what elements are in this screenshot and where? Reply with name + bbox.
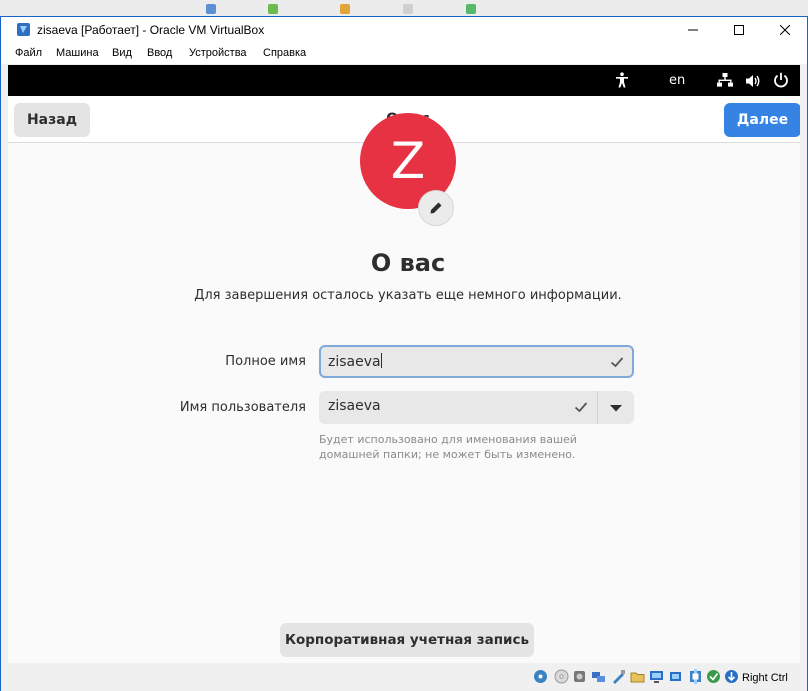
optical-drive-icon[interactable] (554, 669, 569, 684)
check-icon (573, 399, 589, 419)
avatar-initial: Z (390, 132, 426, 190)
fullname-value: zisaeva (328, 354, 381, 370)
host-key-label: Right Ctrl (742, 672, 788, 684)
username-combo[interactable]: zisaeva (319, 391, 634, 424)
accessibility-icon[interactable] (614, 72, 630, 92)
guest-screen: en Назад Далее Z О вас Для завершения ос… (8, 65, 800, 663)
desktop-icon (206, 4, 216, 14)
text-caret (380, 353, 382, 368)
usb-icon[interactable] (611, 669, 626, 684)
power-icon[interactable] (773, 72, 789, 92)
gnome-top-bar: en (8, 65, 800, 96)
virtualbox-app-icon (16, 22, 31, 37)
volume-icon[interactable] (745, 73, 761, 93)
username-value: zisaeva (328, 398, 381, 414)
page-heading: О вас (370, 249, 446, 277)
close-icon[interactable] (762, 17, 808, 43)
fullname-label: Полное имя (225, 354, 306, 369)
menu-devices[interactable]: Устройства (189, 47, 247, 59)
window-title: zisaeva [Работает] - Oracle VM VirtualBo… (37, 23, 265, 37)
guest-additions-icon[interactable] (706, 669, 721, 684)
window-titlebar[interactable]: zisaeva [Работает] - Oracle VM VirtualBo… (1, 17, 807, 43)
desktop-icon (403, 4, 413, 14)
desktop-icon (268, 4, 278, 14)
desktop-icon (340, 4, 350, 14)
network-adapter-icon[interactable] (591, 669, 606, 684)
desktop-icon (466, 4, 476, 14)
menu-help[interactable]: Справка (263, 47, 306, 59)
shared-folders-icon[interactable] (630, 669, 645, 684)
next-button[interactable]: Далее (724, 103, 800, 137)
maximize-icon[interactable] (716, 17, 762, 43)
vm-statusbar: Right Ctrl (1, 664, 807, 691)
menu-input[interactable]: Ввод (147, 47, 172, 59)
video-capture-icon[interactable] (669, 669, 684, 684)
virtualbox-window: zisaeva [Работает] - Oracle VM VirtualBo… (0, 16, 808, 691)
back-button[interactable]: Назад (14, 103, 90, 137)
fullname-input[interactable]: zisaeva (319, 345, 634, 378)
chevron-down-icon[interactable] (598, 391, 634, 424)
menu-file[interactable]: Файл (15, 47, 42, 59)
host-desktop-strip (0, 0, 808, 16)
menu-machine[interactable]: Машина (56, 47, 99, 59)
hard-disk-icon[interactable] (533, 669, 548, 684)
cpu-icon[interactable] (688, 669, 703, 684)
display-icon[interactable] (649, 669, 664, 684)
language-indicator[interactable]: en (669, 73, 685, 88)
network-icon[interactable] (717, 73, 733, 93)
username-label: Имя пользователя (179, 400, 306, 415)
username-hint: Будет использовано для именования вашей … (319, 433, 577, 461)
menubar: Файл Машина Вид Ввод Устройства Справка (1, 43, 807, 64)
enterprise-login-button[interactable]: Корпоративная учетная запись (280, 623, 534, 657)
pencil-icon[interactable] (418, 190, 454, 226)
minimize-icon[interactable] (670, 17, 716, 43)
mouse-integration-icon[interactable] (724, 669, 739, 684)
page-subtitle: Для завершения осталось указать еще немн… (194, 288, 622, 303)
menu-view[interactable]: Вид (112, 47, 132, 59)
check-icon (609, 354, 625, 374)
audio-icon[interactable] (572, 669, 587, 684)
